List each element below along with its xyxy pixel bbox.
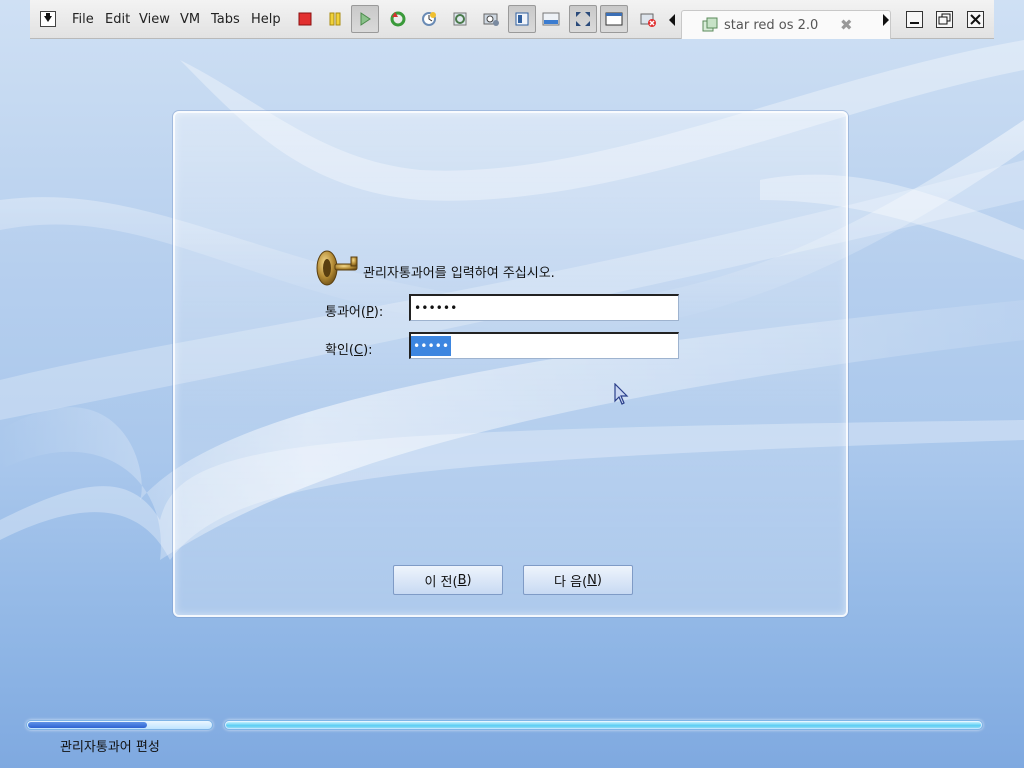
confirm-label-accesskey: C: [354, 343, 364, 358]
menu-file[interactable]: File: [72, 12, 94, 27]
confirm-label-prefix: 확인(: [325, 343, 354, 358]
confirm-label-suffix: ):: [363, 343, 373, 358]
back-button-label-suffix: ): [466, 572, 472, 588]
back-button-label: 이 전(: [424, 574, 458, 590]
prompt-text: 관리자통과어를 입력하여 주십시오.: [363, 266, 555, 281]
next-button-label: 다 음(: [554, 574, 588, 590]
confirm-password-selection: •••••: [411, 336, 452, 356]
next-button-label-suffix: ): [596, 572, 602, 588]
password-label: 통과어(P):: [325, 301, 383, 320]
back-button-accesskey: B: [457, 572, 467, 588]
password-label-accesskey: P: [365, 305, 374, 320]
progress-caption: 관리자통과어 편성: [60, 740, 160, 755]
tab-vm-star-red-os[interactable]: star red os 2.0 ✖: [681, 10, 891, 39]
power-off-icon[interactable]: [293, 7, 317, 31]
vm-menu-icon[interactable]: [40, 11, 56, 27]
quick-switch-icon[interactable]: [508, 5, 536, 33]
overall-progress-fill: [226, 722, 981, 728]
snapshot-manager-icon[interactable]: [448, 7, 472, 31]
mouse-pointer-icon: [614, 383, 629, 405]
close-window-icon[interactable]: [967, 11, 984, 28]
next-button-accesskey: N: [587, 572, 597, 588]
menu-tabs[interactable]: Tabs: [211, 12, 240, 27]
full-screen-icon[interactable]: [569, 5, 597, 33]
key-icon: [316, 250, 358, 286]
minimize-icon[interactable]: [906, 11, 923, 28]
tab-scroll-right-icon[interactable]: [882, 14, 890, 30]
vm-tab-icon: [702, 17, 718, 37]
tab-close-icon[interactable]: ✖: [840, 16, 853, 34]
tab-scroll-left-icon[interactable]: [668, 14, 676, 30]
close-vm-icon[interactable]: [636, 7, 660, 31]
next-button[interactable]: 다 음(N): [523, 565, 633, 595]
password-input[interactable]: [409, 294, 679, 321]
console-view-icon[interactable]: [539, 7, 563, 31]
password-label-prefix: 통과어(: [325, 305, 366, 320]
vm-tab-label: star red os 2.0: [724, 18, 819, 33]
suspend-icon[interactable]: [323, 7, 347, 31]
revert-icon[interactable]: [386, 7, 410, 31]
confirm-label: 확인(C):: [325, 339, 373, 358]
vm-toolbar: File Edit View VM Tabs Help star red os …: [30, 0, 994, 39]
menu-view[interactable]: View: [139, 12, 170, 27]
installer-dialog: 관리자통과어를 입력하여 주십시오. 통과어(P): 확인(C): ••••• …: [173, 111, 848, 617]
unity-icon[interactable]: [600, 5, 628, 33]
back-button[interactable]: 이 전(B): [393, 565, 503, 595]
play-icon[interactable]: [351, 5, 379, 33]
menu-help[interactable]: Help: [251, 12, 281, 27]
snapshot-settings-icon[interactable]: [479, 7, 503, 31]
step-progress-fill: [28, 722, 147, 728]
snapshot-icon[interactable]: [417, 7, 441, 31]
overall-progress-bar: [224, 720, 983, 730]
step-progress-bar: [26, 720, 213, 730]
restore-icon[interactable]: [936, 11, 953, 28]
password-label-suffix: ):: [373, 305, 384, 320]
menu-vm[interactable]: VM: [180, 12, 200, 27]
menu-edit[interactable]: Edit: [105, 12, 130, 27]
